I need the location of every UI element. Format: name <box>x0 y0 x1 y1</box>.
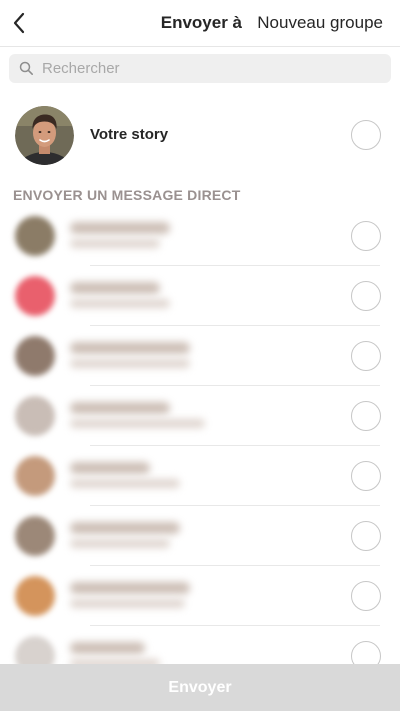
contact-name-blurred <box>70 522 180 534</box>
contact-select-radio[interactable] <box>351 401 381 431</box>
contact-subtitle-blurred <box>70 479 180 488</box>
navigation-header: Envoyer à Nouveau groupe <box>0 0 400 47</box>
contact-row[interactable] <box>0 626 400 666</box>
contact-name-blurred <box>70 642 145 654</box>
contact-subtitle-blurred <box>70 359 190 368</box>
contact-row[interactable] <box>0 566 400 626</box>
contact-name-blurred <box>70 342 190 354</box>
page-title: Envoyer à <box>160 13 242 32</box>
contact-name-blurred <box>70 462 150 474</box>
avatar <box>15 576 55 616</box>
avatar <box>15 636 55 666</box>
contact-select-radio[interactable] <box>351 281 381 311</box>
avatar <box>15 106 74 165</box>
contact-select-radio[interactable] <box>351 641 381 666</box>
contact-subtitle-blurred <box>70 539 170 548</box>
avatar <box>15 336 55 376</box>
contact-name-blurred <box>70 222 170 234</box>
contact-select-radio[interactable] <box>351 341 381 371</box>
search-bar[interactable] <box>9 54 391 83</box>
contact-subtitle-blurred <box>70 599 185 608</box>
search-icon <box>19 61 33 75</box>
contact-row[interactable] <box>0 326 400 386</box>
contact-select-radio[interactable] <box>351 581 381 611</box>
contact-select-radio[interactable] <box>351 221 381 251</box>
avatar <box>15 276 55 316</box>
contact-subtitle-blurred <box>70 419 205 428</box>
contact-list <box>0 206 400 666</box>
contact-name-blurred <box>70 582 190 594</box>
avatar <box>15 516 55 556</box>
contact-name-blurred <box>70 282 160 294</box>
contact-row[interactable] <box>0 266 400 326</box>
contact-row[interactable] <box>0 506 400 566</box>
your-story-row[interactable]: Votre story <box>0 100 400 170</box>
your-story-select-radio[interactable] <box>351 120 381 150</box>
contact-select-radio[interactable] <box>351 521 381 551</box>
contact-subtitle-blurred <box>70 299 170 308</box>
contact-select-radio[interactable] <box>351 461 381 491</box>
new-group-button[interactable]: Nouveau groupe <box>257 0 383 46</box>
send-bar: Envoyer <box>0 664 400 711</box>
avatar <box>15 216 55 256</box>
search-input[interactable] <box>42 54 372 83</box>
send-button[interactable]: Envoyer <box>0 664 400 711</box>
contact-name-blurred <box>70 402 170 414</box>
contact-row[interactable] <box>0 206 400 266</box>
chevron-left-icon[interactable] <box>6 6 38 40</box>
contact-subtitle-blurred <box>70 239 160 248</box>
your-story-label: Votre story <box>90 126 169 143</box>
avatar <box>15 396 55 436</box>
contact-row[interactable] <box>0 446 400 506</box>
contact-row[interactable] <box>0 386 400 446</box>
direct-message-heading: ENVOYER UN MESSAGE DIRECT <box>13 187 241 203</box>
avatar <box>15 456 55 496</box>
